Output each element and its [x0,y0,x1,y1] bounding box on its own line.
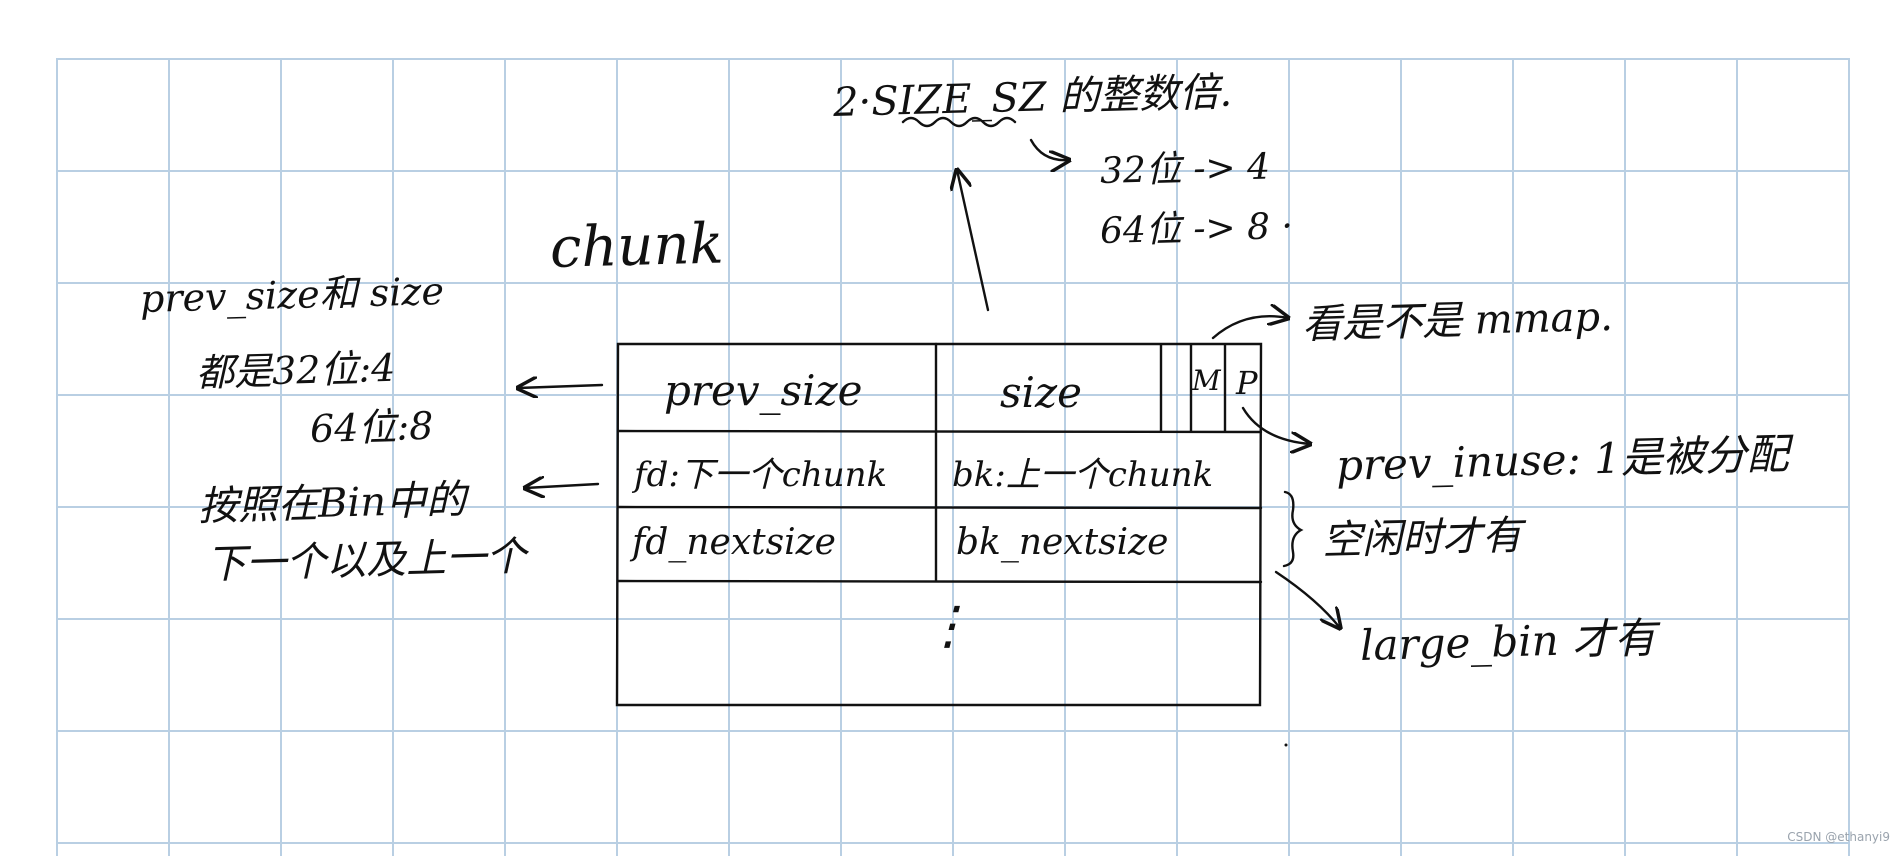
row-separator-2 [616,505,1263,510]
large-bin-note: large_bin 才有 [1359,613,1657,670]
cell-flag-p: P [1236,364,1258,402]
free-only-brace [1282,490,1304,568]
cell-prev-size: prev_size [664,366,863,415]
mmap-note: 看是不是 mmap. [1301,293,1614,348]
both-64-note: 64位:8 [309,403,434,451]
arrow-to-size-sz [957,170,990,312]
watermark: CSDN @ethanyi9 [1787,830,1890,844]
arrow-to-large-bin-note [1274,570,1340,628]
size-sz-multiple-note: 2·SIZE_SZ 的整数倍. [832,69,1233,126]
cell-size: size [1000,368,1082,417]
bin-order-note-line2: 下一个以及上一个 [205,533,527,588]
cell-bk-nextsize: bk_nextsize [956,522,1169,563]
arrow-to-bin-note [525,484,600,488]
chunk-label: chunk [549,211,725,281]
prev-inuse-note: prev_inuse: 1是被分配 [1335,429,1790,490]
bits-32-note: 32位 -> 4 [1099,146,1271,192]
cell-fd-nextsize: fd_nextsize [632,522,836,563]
row-separator-3 [616,579,1263,584]
cell-ellipsis: ⋮ [922,596,974,656]
prev-size-and-size-note: prev_size和 size [139,269,445,321]
row-separator-1 [616,429,1263,434]
free-only-note: 空闲时才有 [1321,512,1523,564]
arrow-to-mmap-note [1211,316,1288,340]
arrow-to-prev-size-note [518,385,604,388]
bin-order-note-line1: 按照在Bin中的 [197,476,467,530]
cell-bk: bk:上一个chunk [952,455,1214,495]
both-32-note: 都是32位:4 [195,345,396,395]
arrow-to-prev-inuse-note [1241,406,1310,444]
cell-flag-m: M [1192,364,1221,397]
stray-dot [1284,743,1288,747]
cell-fd: fd:下一个chunk [634,455,888,495]
arrow-to-bit-sizes [1029,138,1069,160]
bits-64-note: 64位 -> 8 · [1099,205,1294,252]
